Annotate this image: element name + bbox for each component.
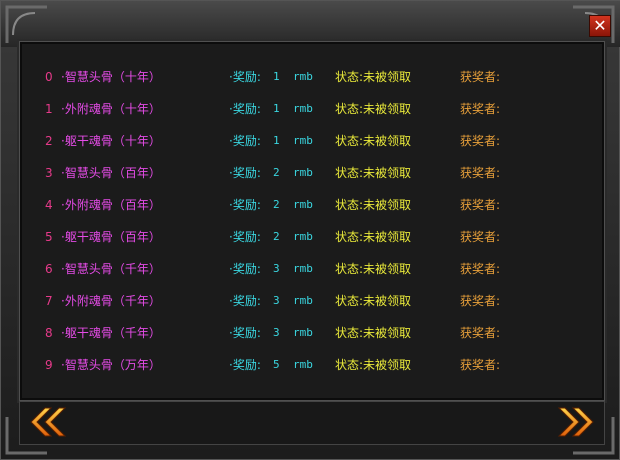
list-item: 8 ·躯干魂骨（千年） ·奖励: 3 rmb 状态:未被领取 获奖者: bbox=[1, 323, 620, 343]
winner-label: 获奖者: bbox=[460, 70, 501, 84]
reward-label: ·奖励: bbox=[229, 262, 261, 276]
reward-value: 2 bbox=[273, 198, 280, 211]
reward-unit: rmb bbox=[293, 198, 313, 211]
reward-unit: rmb bbox=[293, 70, 313, 83]
reward-unit: rmb bbox=[293, 134, 313, 147]
status-text: 状态:未被领取 bbox=[335, 230, 412, 244]
reward-unit: rmb bbox=[293, 166, 313, 179]
winner-label: 获奖者: bbox=[460, 230, 501, 244]
row-index: 2 bbox=[45, 134, 53, 148]
reward-label: ·奖励: bbox=[229, 326, 261, 340]
row-index: 4 bbox=[45, 198, 53, 212]
item-name: ·智慧头骨（万年） bbox=[61, 358, 161, 372]
row-index: 3 bbox=[45, 166, 53, 180]
winner-label: 获奖者: bbox=[460, 166, 501, 180]
reward-label: ·奖励: bbox=[229, 134, 261, 148]
list-item: 2 ·躯干魂骨（十年） ·奖励: 1 rmb 状态:未被领取 获奖者: bbox=[1, 131, 620, 151]
reward-value: 5 bbox=[273, 358, 280, 371]
status-text: 状态:未被领取 bbox=[335, 198, 412, 212]
status-text: 状态:未被领取 bbox=[335, 326, 412, 340]
reward-label: ·奖励: bbox=[229, 294, 261, 308]
double-chevron-right-icon[interactable] bbox=[557, 405, 597, 439]
reward-label: ·奖励: bbox=[229, 70, 261, 84]
winner-label: 获奖者: bbox=[460, 134, 501, 148]
reward-panel: ✕ 0 ·智慧头骨（十年） ·奖励: 1 rmb 状态:未被领取 获奖者: 1 ·外附魂骨（十年… bbox=[0, 0, 620, 460]
status-text: 状态:未被领取 bbox=[335, 294, 412, 308]
pager-bar bbox=[19, 401, 605, 445]
reward-label: ·奖励: bbox=[229, 166, 261, 180]
reward-value: 1 bbox=[273, 70, 280, 83]
reward-list-area bbox=[19, 41, 605, 401]
item-name: ·躯干魂骨（千年） bbox=[61, 326, 161, 340]
item-name: ·智慧头骨（百年） bbox=[61, 166, 161, 180]
list-item: 3 ·智慧头骨（百年） ·奖励: 2 rmb 状态:未被领取 获奖者: bbox=[1, 163, 620, 183]
item-name: ·外附魂骨（千年） bbox=[61, 294, 161, 308]
status-text: 状态:未被领取 bbox=[335, 70, 412, 84]
reward-value: 1 bbox=[273, 102, 280, 115]
list-item: 6 ·智慧头骨（千年） ·奖励: 3 rmb 状态:未被领取 获奖者: bbox=[1, 259, 620, 279]
reward-unit: rmb bbox=[293, 262, 313, 275]
row-index: 6 bbox=[45, 262, 53, 276]
list-item: 5 ·躯干魂骨（百年） ·奖励: 2 rmb 状态:未被领取 获奖者: bbox=[1, 227, 620, 247]
status-text: 状态:未被领取 bbox=[335, 134, 412, 148]
item-name: ·外附魂骨（百年） bbox=[61, 198, 161, 212]
reward-value: 3 bbox=[273, 294, 280, 307]
reward-unit: rmb bbox=[293, 358, 313, 371]
list-item: 0 ·智慧头骨（十年） ·奖励: 1 rmb 状态:未被领取 获奖者: bbox=[1, 67, 620, 87]
reward-value: 1 bbox=[273, 134, 280, 147]
reward-label: ·奖励: bbox=[229, 358, 261, 372]
status-text: 状态:未被领取 bbox=[335, 102, 412, 116]
winner-label: 获奖者: bbox=[460, 358, 501, 372]
corner-ornament-icon bbox=[5, 5, 47, 43]
reward-unit: rmb bbox=[293, 230, 313, 243]
row-index: 5 bbox=[45, 230, 53, 244]
list-item: 4 ·外附魂骨（百年） ·奖励: 2 rmb 状态:未被领取 获奖者: bbox=[1, 195, 620, 215]
reward-value: 2 bbox=[273, 166, 280, 179]
winner-label: 获奖者: bbox=[460, 294, 501, 308]
item-name: ·外附魂骨（十年） bbox=[61, 102, 161, 116]
status-text: 状态:未被领取 bbox=[335, 262, 412, 276]
list-item: 1 ·外附魂骨（十年） ·奖励: 1 rmb 状态:未被领取 获奖者: bbox=[1, 99, 620, 119]
reward-unit: rmb bbox=[293, 294, 313, 307]
item-name: ·躯干魂骨（十年） bbox=[61, 134, 161, 148]
row-index: 7 bbox=[45, 294, 53, 308]
reward-label: ·奖励: bbox=[229, 230, 261, 244]
reward-value: 3 bbox=[273, 326, 280, 339]
reward-label: ·奖励: bbox=[229, 198, 261, 212]
list-item: 9 ·智慧头骨（万年） ·奖励: 5 rmb 状态:未被领取 获奖者: bbox=[1, 355, 620, 375]
double-chevron-left-icon[interactable] bbox=[27, 405, 67, 439]
row-index: 1 bbox=[45, 102, 53, 116]
item-name: ·智慧头骨（十年） bbox=[61, 70, 161, 84]
row-index: 9 bbox=[45, 358, 53, 372]
winner-label: 获奖者: bbox=[460, 326, 501, 340]
winner-label: 获奖者: bbox=[460, 102, 501, 116]
row-index: 8 bbox=[45, 326, 53, 340]
reward-value: 2 bbox=[273, 230, 280, 243]
reward-value: 3 bbox=[273, 262, 280, 275]
row-index: 0 bbox=[45, 70, 53, 84]
winner-label: 获奖者: bbox=[460, 198, 501, 212]
item-name: ·智慧头骨（千年） bbox=[61, 262, 161, 276]
status-text: 状态:未被领取 bbox=[335, 358, 412, 372]
list-item: 7 ·外附魂骨（千年） ·奖励: 3 rmb 状态:未被领取 获奖者: bbox=[1, 291, 620, 311]
item-name: ·躯干魂骨（百年） bbox=[61, 230, 161, 244]
reward-unit: rmb bbox=[293, 326, 313, 339]
winner-label: 获奖者: bbox=[460, 262, 501, 276]
close-icon[interactable]: ✕ bbox=[589, 15, 611, 37]
status-text: 状态:未被领取 bbox=[335, 166, 412, 180]
reward-unit: rmb bbox=[293, 102, 313, 115]
reward-label: ·奖励: bbox=[229, 102, 261, 116]
